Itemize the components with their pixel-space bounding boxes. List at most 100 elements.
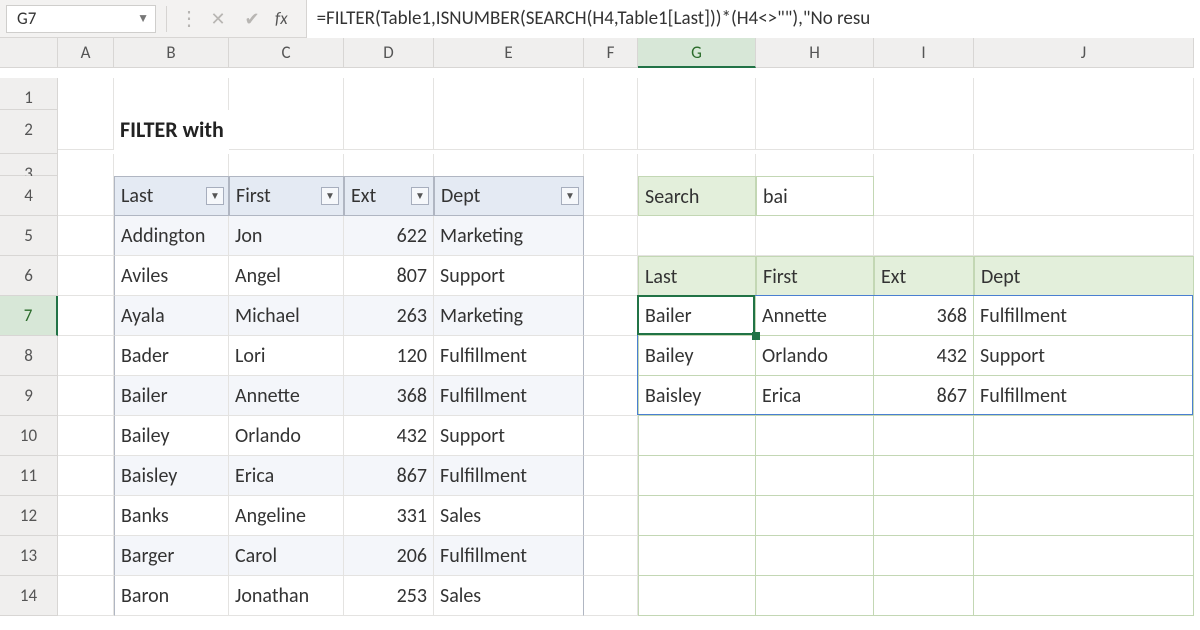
table-row-dept[interactable]: Fulfillment (434, 376, 584, 416)
cell[interactable] (974, 176, 1194, 216)
cell[interactable] (58, 110, 114, 150)
cell[interactable] (58, 416, 114, 456)
cell[interactable] (584, 416, 638, 456)
result-empty[interactable] (874, 416, 974, 456)
row-header-9[interactable]: 9 (0, 376, 58, 416)
col-header-H[interactable]: H (756, 38, 874, 68)
cell[interactable] (584, 496, 638, 536)
cell[interactable] (756, 216, 874, 256)
search-input[interactable]: bai (756, 176, 874, 216)
table-row-ext[interactable]: 120 (344, 336, 434, 376)
table-row-ext[interactable]: 206 (344, 536, 434, 576)
cell[interactable] (584, 336, 638, 376)
table-row-ext[interactable]: 807 (344, 256, 434, 296)
col-header-I[interactable]: I (874, 38, 974, 68)
table-row-first[interactable]: Angel (229, 256, 344, 296)
result-first[interactable]: Orlando (756, 336, 874, 376)
results-header[interactable]: First (756, 256, 874, 296)
result-ext[interactable]: 432 (874, 336, 974, 376)
cell[interactable] (58, 496, 114, 536)
row-header-12[interactable]: 12 (0, 496, 58, 536)
table-row-dept[interactable]: Sales (434, 496, 584, 536)
col-header-G[interactable]: G (638, 38, 756, 68)
table-row-ext[interactable]: 253 (344, 576, 434, 616)
fill-handle[interactable] (752, 332, 760, 340)
row-header-3[interactable]: 3 (0, 154, 58, 176)
row-header-14[interactable]: 14 (0, 576, 58, 616)
table-row-first[interactable]: Angeline (229, 496, 344, 536)
result-dept[interactable]: Fulfillment (974, 376, 1194, 416)
result-empty[interactable] (974, 576, 1194, 616)
table-row-dept[interactable]: Support (434, 256, 584, 296)
result-empty[interactable] (756, 576, 874, 616)
filter-dropdown-icon[interactable]: ▼ (561, 187, 579, 205)
table-row-last[interactable]: Banks (114, 496, 229, 536)
col-header-D[interactable]: D (344, 38, 434, 68)
row-header-4[interactable]: 4 (0, 176, 58, 216)
table-row-first[interactable]: Michael (229, 296, 344, 336)
table-row-dept[interactable]: Marketing (434, 216, 584, 256)
cell[interactable] (584, 456, 638, 496)
col-header-C[interactable]: C (229, 38, 344, 68)
cell[interactable] (229, 110, 344, 150)
result-ext[interactable]: 867 (874, 376, 974, 416)
cell[interactable] (584, 110, 638, 150)
results-header[interactable]: Dept (974, 256, 1194, 296)
results-header[interactable]: Last (638, 256, 756, 296)
table-row-last[interactable]: Barger (114, 536, 229, 576)
filter-dropdown-icon[interactable]: ▼ (411, 187, 429, 205)
result-last[interactable]: Bailey (638, 336, 756, 376)
row-header-6[interactable]: 6 (0, 256, 58, 296)
result-empty[interactable] (874, 536, 974, 576)
table1-header[interactable]: First▼ (229, 176, 344, 216)
cell[interactable] (874, 216, 974, 256)
result-empty[interactable] (974, 496, 1194, 536)
row-header-7[interactable]: 7 (0, 296, 58, 336)
name-box[interactable]: G7 ▼ (6, 5, 156, 33)
cell[interactable] (974, 110, 1194, 150)
cell[interactable] (58, 216, 114, 256)
table-row-last[interactable]: Bader (114, 336, 229, 376)
table-row-first[interactable]: Annette (229, 376, 344, 416)
cell[interactable] (58, 256, 114, 296)
table-row-ext[interactable]: 622 (344, 216, 434, 256)
result-dept[interactable]: Fulfillment (974, 296, 1194, 336)
result-empty[interactable] (756, 416, 874, 456)
row-header-8[interactable]: 8 (0, 336, 58, 376)
result-first[interactable]: Erica (756, 376, 874, 416)
result-empty[interactable] (638, 536, 756, 576)
table-row-first[interactable]: Jon (229, 216, 344, 256)
result-dept[interactable]: Support (974, 336, 1194, 376)
result-ext[interactable]: 368 (874, 296, 974, 336)
worksheet-grid[interactable]: ABCDEFGHIJ12FILTER with partial match34L… (0, 38, 1200, 616)
cell[interactable] (584, 216, 638, 256)
result-empty[interactable] (874, 496, 974, 536)
insert-function-button[interactable]: fx (275, 8, 288, 29)
row-header-10[interactable]: 10 (0, 416, 58, 456)
table-row-last[interactable]: Aviles (114, 256, 229, 296)
col-header-F[interactable]: F (584, 38, 638, 68)
table-row-dept[interactable]: Fulfillment (434, 456, 584, 496)
cell[interactable] (344, 110, 434, 150)
table-row-dept[interactable]: Sales (434, 576, 584, 616)
result-empty[interactable] (638, 576, 756, 616)
filter-dropdown-icon[interactable]: ▼ (206, 187, 224, 205)
cell[interactable] (874, 176, 974, 216)
result-empty[interactable] (638, 456, 756, 496)
cell[interactable] (58, 336, 114, 376)
cell[interactable] (58, 576, 114, 616)
filter-dropdown-icon[interactable]: ▼ (321, 187, 339, 205)
table1-header[interactable]: Dept▼ (434, 176, 584, 216)
row-header-1[interactable]: 1 (0, 78, 58, 110)
result-empty[interactable] (974, 456, 1194, 496)
result-empty[interactable] (974, 536, 1194, 576)
table-row-first[interactable]: Carol (229, 536, 344, 576)
row-header-2[interactable]: 2 (0, 110, 58, 154)
result-last[interactable]: Baisley (638, 376, 756, 416)
table-row-dept[interactable]: Marketing (434, 296, 584, 336)
row-header-5[interactable]: 5 (0, 216, 58, 256)
col-header-B[interactable]: B (114, 38, 229, 68)
result-empty[interactable] (756, 456, 874, 496)
table-row-ext[interactable]: 331 (344, 496, 434, 536)
cell[interactable] (584, 296, 638, 336)
